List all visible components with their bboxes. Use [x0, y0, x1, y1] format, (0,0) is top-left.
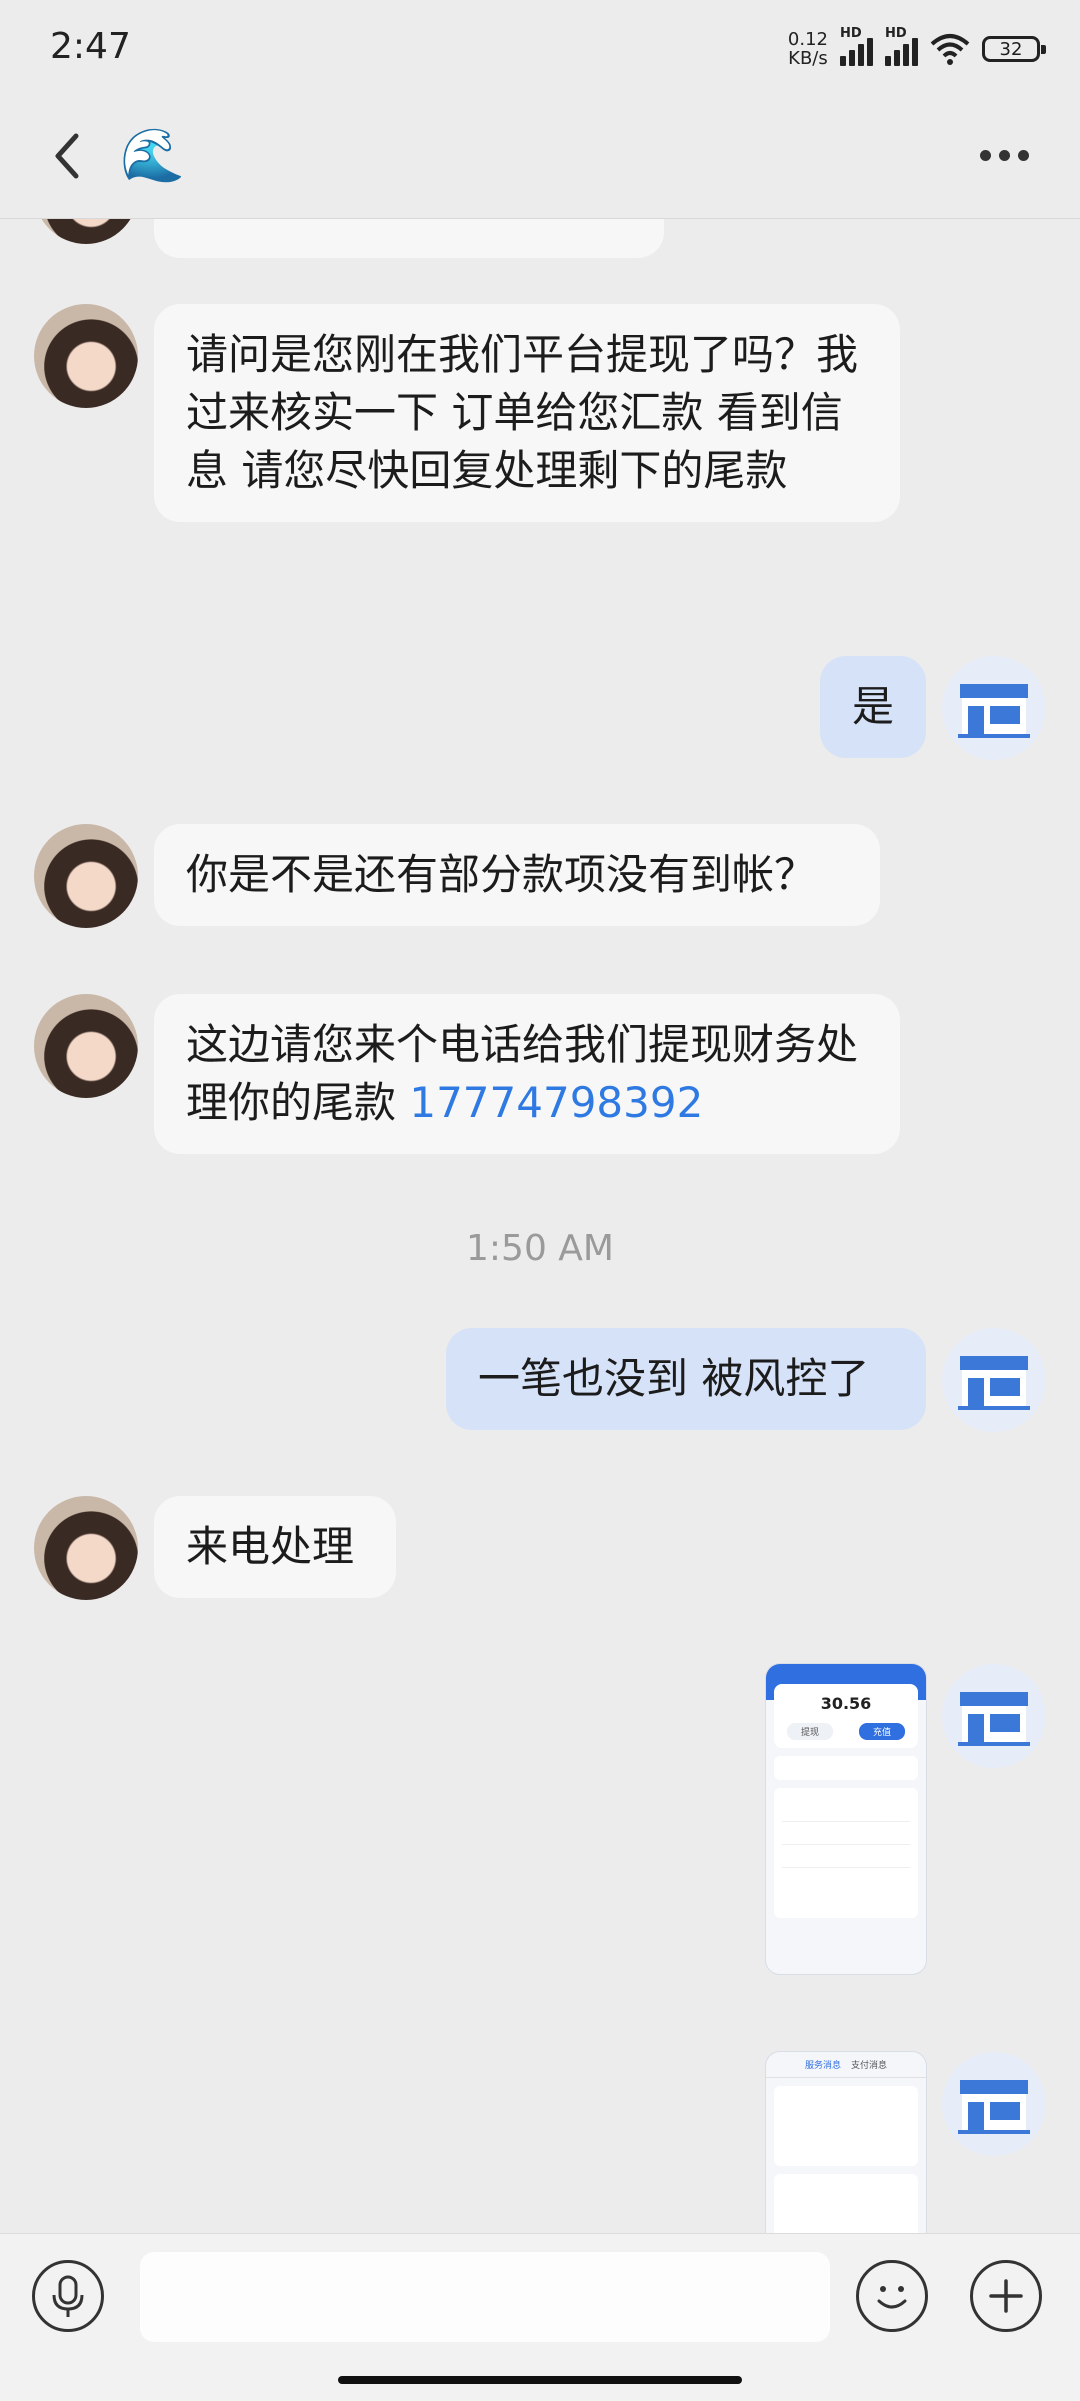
home-indicator[interactable]: [338, 2376, 742, 2384]
store-icon: [958, 1692, 1030, 1746]
contact-avatar[interactable]: [34, 1496, 138, 1600]
dot: [980, 149, 991, 161]
more-options-button[interactable]: [980, 140, 1040, 170]
contact-avatar[interactable]: [34, 824, 138, 928]
message-text: 是: [852, 682, 895, 731]
message-list[interactable]: 请问是您刚在我们平台提现了吗？我过来核实一下 订单给您汇款 看到信息 请您尽快回…: [0, 218, 1080, 2233]
contact-avatar-icon[interactable]: 🌊: [120, 126, 185, 186]
battery-icon: 32: [982, 36, 1046, 62]
dot: [999, 149, 1010, 161]
microphone-icon: [52, 2275, 84, 2317]
message-bubble[interactable]: 一笔也没到 被风控了: [446, 1328, 926, 1430]
store-icon: [958, 684, 1030, 738]
my-avatar[interactable]: [942, 656, 1046, 760]
signal-icon-2: HD: [885, 26, 918, 66]
status-time: 2:47: [50, 26, 131, 67]
wifi-icon: [930, 34, 970, 65]
screenshot-icon-row: [774, 1756, 918, 1780]
status-icons: 0.12 KB/s HD HD 32: [787, 26, 1046, 69]
message-text: 一笔也没到 被风控了: [478, 1354, 870, 1403]
my-avatar[interactable]: [942, 2052, 1046, 2156]
message-bubble[interactable]: 你是不是还有部分款项没有到帐？: [154, 824, 880, 926]
contact-avatar[interactable]: [34, 994, 138, 1098]
message-text: 来电处理: [186, 1522, 355, 1571]
back-button[interactable]: [40, 126, 100, 186]
screenshot-recharge-label: 充值: [858, 1723, 905, 1740]
message-input[interactable]: [140, 2252, 830, 2342]
phone-number-link[interactable]: 17774798392: [409, 1078, 703, 1127]
screenshot-tab-payment: 支付消息: [851, 2061, 888, 2071]
store-icon: [958, 1356, 1030, 1410]
message-text: 你是不是还有部分款项没有到帐？: [186, 850, 817, 899]
message-bubble[interactable]: 是: [820, 656, 926, 758]
smiley-icon: [877, 2286, 907, 2309]
contact-avatar[interactable]: [34, 218, 138, 244]
screenshot-tab-service: 服务消息: [804, 2061, 841, 2071]
dot: [1018, 149, 1029, 161]
status-bar: 2:47 0.12 KB/s HD HD 32: [0, 0, 1080, 100]
more-actions-button[interactable]: [970, 2260, 1042, 2332]
network-speed: 0.12 KB/s: [787, 29, 828, 69]
screenshot-balance-card: 30.56 提现 充值: [774, 1684, 918, 1748]
contact-avatar[interactable]: [34, 304, 138, 408]
my-avatar[interactable]: [942, 1328, 1046, 1432]
store-icon: [958, 2080, 1030, 2134]
screenshot-balance: 30.56: [820, 1694, 872, 1713]
chat-header: 🌊: [0, 100, 1080, 219]
screenshot-transaction-list: [774, 1788, 918, 1918]
emoji-button[interactable]: [856, 2260, 928, 2332]
message-text: 请问是您刚在我们平台提现了吗？我过来核实一下 订单给您汇款 看到信息 请您尽快回…: [186, 330, 859, 495]
message-bubble[interactable]: 这边请您来个电话给我们提现财务处理你的尾款 17774798392: [154, 994, 900, 1154]
voice-input-button[interactable]: [32, 2260, 104, 2332]
message-bubble[interactable]: 来电处理: [154, 1496, 396, 1598]
image-message[interactable]: 30.56 提现 充值: [766, 1664, 926, 1974]
message-bubble-partial: [154, 218, 664, 258]
screenshot-card: [774, 2086, 918, 2166]
message-timestamp: 1:50 AM: [466, 1228, 614, 1269]
message-bubble[interactable]: 请问是您刚在我们平台提现了吗？我过来核实一下 订单给您汇款 看到信息 请您尽快回…: [154, 304, 900, 522]
screenshot-card: [774, 2174, 918, 2233]
plus-icon: [989, 2279, 1023, 2313]
my-avatar[interactable]: [942, 1664, 1046, 1768]
screenshot-withdraw-label: 提现: [786, 1723, 833, 1740]
screenshot-tabs: 服务消息 支付消息: [766, 2052, 926, 2078]
image-message[interactable]: 服务消息 支付消息: [766, 2052, 926, 2233]
signal-icon: HD: [840, 26, 873, 66]
